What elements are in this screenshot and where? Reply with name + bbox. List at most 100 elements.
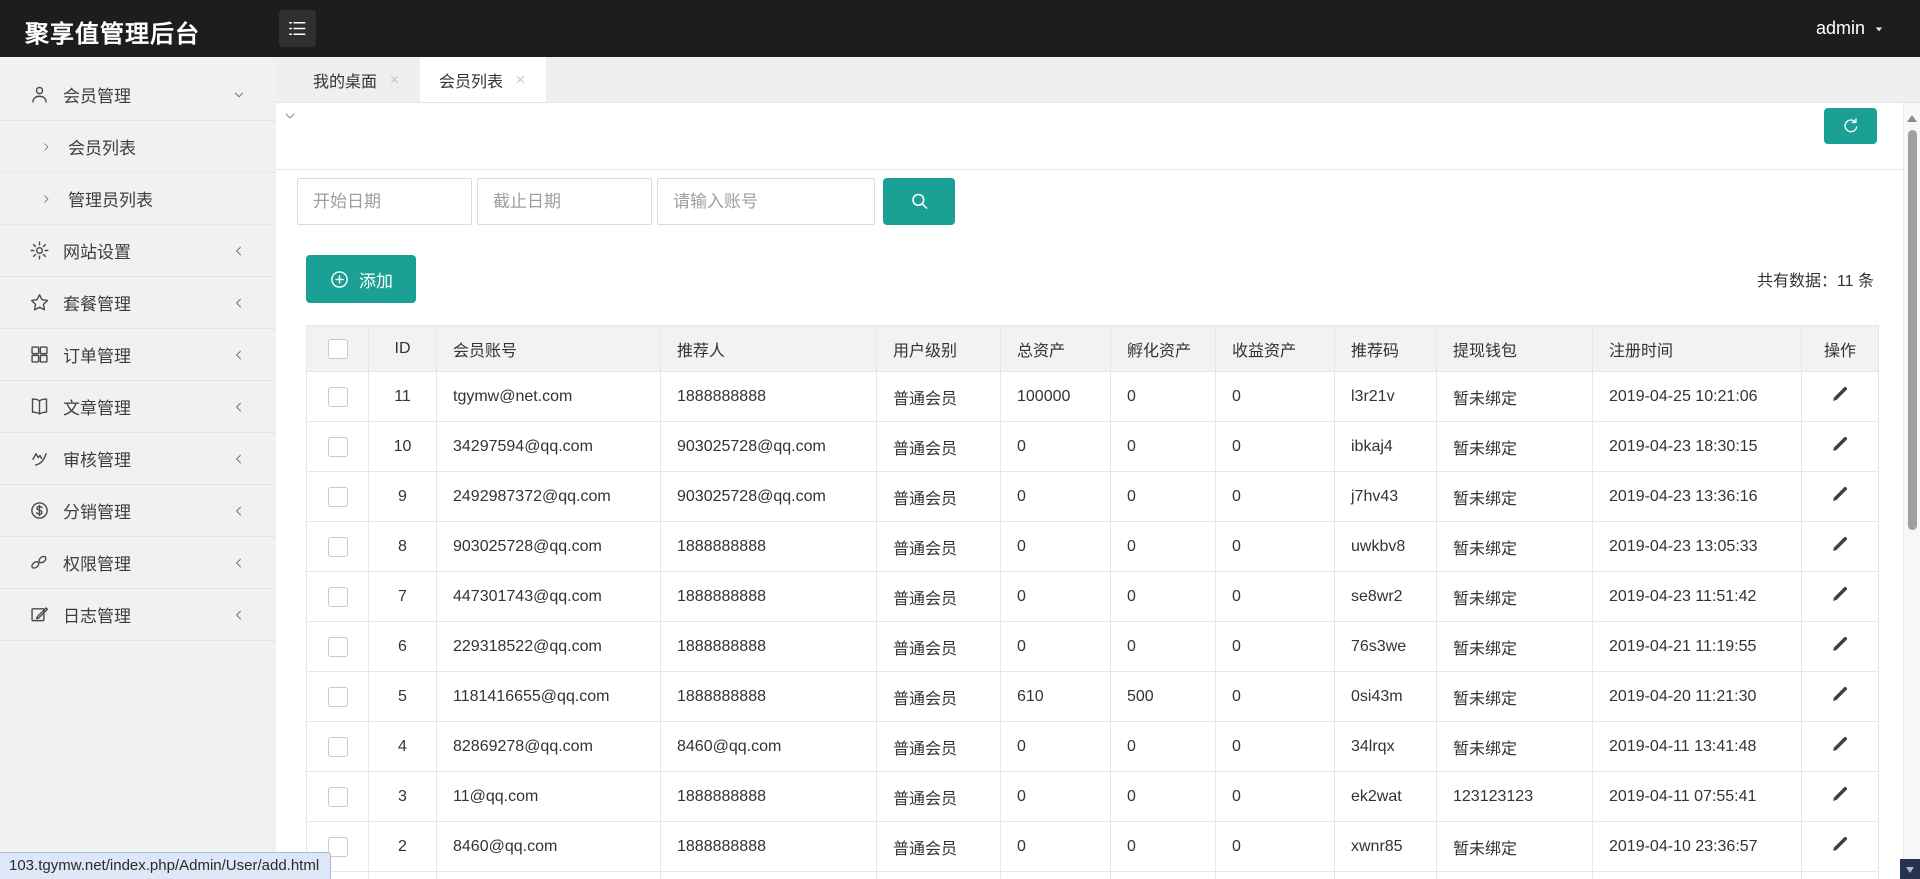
end-date-input[interactable] xyxy=(477,178,652,225)
row-checkbox[interactable] xyxy=(327,636,348,657)
dollar-icon xyxy=(29,500,50,521)
app-title: 聚享值管理后台 xyxy=(25,21,200,48)
chevron-right-icon xyxy=(40,193,52,205)
sidebar-item-label: 订单管理 xyxy=(63,347,131,366)
add-button[interactable]: 添加 xyxy=(306,255,416,303)
cell-time: 2019-04-11 07:55:41 xyxy=(1592,771,1802,822)
pencil-icon xyxy=(1829,483,1851,505)
cell-account: tgymw@net.com xyxy=(436,371,661,422)
pencil-icon xyxy=(1829,383,1851,405)
row-checkbox[interactable] xyxy=(327,736,348,757)
cell-level: 普通会员 xyxy=(876,421,1001,472)
tab-member-list[interactable]: 会员列表 xyxy=(420,57,547,102)
edit-row-button[interactable] xyxy=(1829,783,1851,805)
sidebar-subitem-member-list[interactable]: 会员列表 xyxy=(0,121,276,173)
row-checkbox[interactable] xyxy=(327,786,348,807)
sidebar-item-package-management[interactable]: 套餐管理 xyxy=(0,277,276,329)
edit-row-button[interactable] xyxy=(1829,483,1851,505)
cell-total: 0 xyxy=(1000,821,1111,872)
cell-hatch: 500 xyxy=(1110,671,1216,722)
column-header: 操作 xyxy=(1801,325,1879,372)
cell-code: uwkbv8 xyxy=(1334,521,1437,572)
close-icon[interactable] xyxy=(388,73,401,86)
cell-wallet: 123123123 xyxy=(1436,771,1593,822)
sidebar-item-distribution-management[interactable]: 分销管理 xyxy=(0,485,276,537)
refresh-button[interactable] xyxy=(1824,108,1877,144)
sidebar-item-order-management[interactable]: 订单管理 xyxy=(0,329,276,381)
cell-wallet: 暂未绑定 xyxy=(1436,521,1593,572)
row-checkbox[interactable] xyxy=(327,686,348,707)
cell-total: 0 xyxy=(1000,421,1111,472)
close-icon[interactable] xyxy=(514,73,527,86)
book-icon xyxy=(29,396,50,417)
edit-row-button[interactable] xyxy=(1829,733,1851,755)
edit-row-button[interactable] xyxy=(1829,383,1851,405)
column-header: 推荐人 xyxy=(660,325,877,372)
member-table: ID 会员账号 推荐人 用户级别 总资产 孵化资产 收益资产 推荐码 提现钱包 注册时间 操作 11… xyxy=(306,325,1879,879)
sidebar-toggle-button[interactable] xyxy=(279,10,316,47)
edit-row-button[interactable] xyxy=(1829,583,1851,605)
start-date-input[interactable] xyxy=(297,178,472,225)
user-menu[interactable]: admin xyxy=(1816,0,1886,57)
grid-icon xyxy=(29,344,50,365)
cell-income: 0 xyxy=(1215,471,1335,522)
tab-my-desktop[interactable]: 我的桌面 xyxy=(294,57,420,102)
edit-row-button[interactable] xyxy=(1829,633,1851,655)
cell-time: 2019-04-20 11:21:30 xyxy=(1592,671,1802,722)
cell-total: 0 xyxy=(1000,621,1111,672)
sidebar-item-article-management[interactable]: 文章管理 xyxy=(0,381,276,433)
search-button[interactable] xyxy=(883,178,955,225)
edit-row-button[interactable] xyxy=(1829,533,1851,555)
sidebar-item-log-management[interactable]: 日志管理 xyxy=(0,589,276,641)
row-checkbox[interactable] xyxy=(327,386,348,407)
cell-hatch: 0 xyxy=(1110,771,1216,822)
edit-icon xyxy=(29,604,50,625)
cell-code: ibkaj4 xyxy=(1334,421,1437,472)
table-row: 10 34297594@qq.com 903025728@qq.com 普通会员 0 0 0… xyxy=(306,421,1879,472)
cell-hatch: 0 xyxy=(1110,521,1216,572)
cell-code: j7hv43 xyxy=(1334,471,1437,522)
cell-wallet: 暂未绑定 xyxy=(1436,671,1593,722)
edit-row-button[interactable] xyxy=(1829,683,1851,705)
sidebar-subitem-admin-list[interactable]: 管理员列表 xyxy=(0,173,276,225)
link-icon xyxy=(29,552,50,573)
sidebar-item-member-management[interactable]: 会员管理 xyxy=(0,69,276,121)
row-checkbox[interactable] xyxy=(327,486,348,507)
column-header: 用户级别 xyxy=(876,325,1001,372)
cell-account: 8460@qq.com xyxy=(436,821,661,872)
cell-income: 0 xyxy=(1215,771,1335,822)
scrollbar-up-arrow[interactable] xyxy=(1907,110,1917,122)
status-url-tooltip: 103.tgymw.net/index.php/Admin/User/add.h… xyxy=(0,852,332,879)
tab-label: 我的桌面 xyxy=(313,73,378,91)
cell-account: 11@qq.com xyxy=(436,771,661,822)
table-header-row: ID 会员账号 推荐人 用户级别 总资产 孵化资产 收益资产 推荐码 提现钱包 注册时间 操作 xyxy=(306,325,1879,372)
row-checkbox[interactable] xyxy=(327,586,348,607)
cell-wallet: 暂未绑定 xyxy=(1436,571,1593,622)
row-checkbox[interactable] xyxy=(327,536,348,557)
cell-referrer: 1888888888 xyxy=(660,571,877,622)
cell-hatch: 0 xyxy=(1110,621,1216,672)
pencil-icon xyxy=(1829,583,1851,605)
row-checkbox[interactable] xyxy=(327,436,348,457)
search-icon xyxy=(908,190,931,213)
cell-wallet: 暂未绑定 xyxy=(1436,821,1593,872)
star-icon xyxy=(29,292,50,313)
cell-referrer: 1888888888 xyxy=(660,821,877,872)
cell-code: 76s3we xyxy=(1334,621,1437,672)
sidebar-item-site-settings[interactable]: 网站设置 xyxy=(0,225,276,277)
edit-row-button[interactable] xyxy=(1829,433,1851,455)
account-search-input[interactable] xyxy=(657,178,875,225)
scrollbar-thumb[interactable] xyxy=(1908,130,1917,530)
vertical-scrollbar[interactable] xyxy=(1903,103,1920,879)
cell-id: 9 xyxy=(368,471,437,522)
sidebar-item-audit-management[interactable]: 审核管理 xyxy=(0,433,276,485)
action-row: 添加 共有数据：11 条 xyxy=(276,255,1920,303)
cell-level: 普通会员 xyxy=(876,521,1001,572)
select-all-checkbox[interactable] xyxy=(327,338,348,359)
sidebar-item-permission-management[interactable]: 权限管理 xyxy=(0,537,276,589)
audit-icon xyxy=(29,448,50,469)
sidebar-item-label: 套餐管理 xyxy=(63,295,131,314)
scrollbar-down-corner[interactable] xyxy=(1900,859,1920,879)
edit-row-button[interactable] xyxy=(1829,833,1851,855)
cell-total: 0 xyxy=(1000,521,1111,572)
